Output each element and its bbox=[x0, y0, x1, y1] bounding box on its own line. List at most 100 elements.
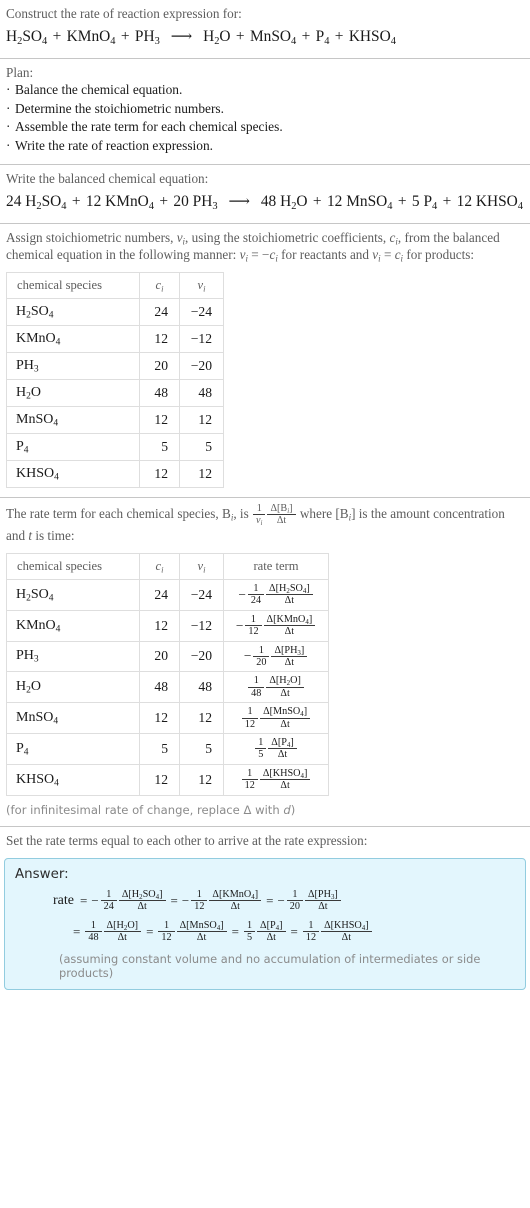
cell-vi: −20 bbox=[179, 352, 224, 380]
equals-sign: = bbox=[266, 892, 274, 908]
plus-sign: + bbox=[48, 28, 66, 45]
fraction-numerator: 1 bbox=[253, 582, 259, 594]
fraction-numerator: Δ[KMnO4] bbox=[212, 888, 259, 901]
fraction-denominator: Δt bbox=[118, 900, 166, 912]
cell-ci: 12 bbox=[139, 325, 180, 353]
cell-species: H2SO4 bbox=[6, 578, 140, 611]
fraction-denominator: 48 bbox=[85, 931, 102, 943]
equals-sign: = bbox=[231, 923, 239, 939]
fraction: Δ[H2SO4] Δt bbox=[266, 583, 313, 607]
fraction-denominator: Δt bbox=[263, 625, 316, 637]
cell-ci: 5 bbox=[139, 433, 180, 461]
rateterm-footnote: (for infinitesimal rate of change, repla… bbox=[6, 802, 296, 817]
fraction: Δ[KMnO4] Δt bbox=[209, 888, 262, 913]
rate-term: 1 12 Δ[KHSO4] Δt bbox=[302, 916, 373, 946]
bullet-icon: · bbox=[6, 82, 11, 97]
cell-rate-term: 1 48 Δ[H2O] Δt bbox=[223, 671, 329, 704]
fraction: Δ[MnSO4] Δt bbox=[176, 919, 227, 944]
rate-term: 1 5 Δ[P4] Δt bbox=[254, 737, 298, 761]
fraction-denominator: 12 bbox=[191, 900, 208, 912]
cell-ci: 5 bbox=[139, 733, 180, 765]
cell-species: PH3 bbox=[6, 640, 140, 673]
fraction-denominator: Δt bbox=[266, 594, 313, 606]
plan-title: Plan: bbox=[6, 65, 34, 80]
rate-term: 1 12 Δ[MnSO4] Δt bbox=[157, 916, 227, 946]
reaction-arrow-icon: ⟶ bbox=[170, 29, 193, 45]
cell-ci: 12 bbox=[139, 763, 180, 796]
fraction: 1 20 bbox=[253, 645, 270, 669]
table-row: MnSO4 12 12 1 12 Δ[MnSO4] Δt bbox=[6, 702, 329, 735]
bullet-icon: · bbox=[6, 119, 11, 134]
header-vi: νi bbox=[179, 272, 224, 299]
fraction-denominator: Δt bbox=[268, 748, 297, 760]
fraction-numerator: 1 bbox=[256, 503, 262, 514]
table-row: KHSO4 12 12 bbox=[6, 460, 224, 488]
fraction-numerator: 1 bbox=[196, 888, 202, 900]
equals-sign: = bbox=[146, 923, 154, 939]
balanced-products: 48 H2O + 12 MnSO4 + 5 P4 + 12 KHSO4 bbox=[261, 193, 523, 212]
table-row: KMnO4 12 −12 bbox=[6, 325, 224, 353]
cell-ci: 48 bbox=[139, 379, 180, 407]
plan-step-label: Write the rate of reaction expression. bbox=[15, 137, 214, 153]
cell-species: MnSO4 bbox=[6, 406, 140, 434]
bullet-icon: · bbox=[6, 100, 11, 116]
plan-step: · Write the rate of reaction expression. bbox=[6, 137, 524, 156]
fraction-denominator: 24 bbox=[247, 594, 265, 606]
plan-steps: · Balance the chemical equation. · Determin… bbox=[6, 81, 524, 155]
product-P4: P4 bbox=[315, 28, 330, 47]
fraction-numerator: Δ[KMnO4] bbox=[266, 613, 313, 626]
plus-sign: + bbox=[297, 28, 315, 45]
fraction-denominator: Δt bbox=[267, 514, 296, 526]
cell-ci: 12 bbox=[139, 609, 180, 642]
fraction: Δ[H2O] Δt bbox=[103, 920, 142, 944]
fraction-numerator: Δ[KHSO4] bbox=[324, 919, 369, 932]
cell-vi: −24 bbox=[179, 578, 224, 611]
fraction-denominator: νi bbox=[253, 514, 266, 527]
fraction: 1 24 bbox=[100, 889, 117, 913]
fraction-numerator: Δ[H2SO4] bbox=[121, 888, 163, 901]
fraction-numerator: Δ[PH3] bbox=[307, 888, 338, 901]
cell-vi: 48 bbox=[179, 379, 224, 407]
final-section: Set the rate terms equal to each other t… bbox=[0, 827, 530, 849]
fraction-numerator: 1 bbox=[247, 767, 253, 779]
plan-step-label: Assemble the rate term for each chemical… bbox=[15, 119, 283, 134]
fraction-numerator: Δ[MnSO4] bbox=[263, 706, 308, 719]
fraction-denominator: 5 bbox=[243, 931, 256, 943]
plan-step-label: Balance the chemical equation. bbox=[15, 82, 183, 97]
fraction: 1 12 bbox=[302, 920, 320, 944]
plan-step: · Determine the stoichiometric numbers. bbox=[6, 100, 524, 119]
rate-term: 1 12 Δ[KHSO4] Δt bbox=[241, 768, 312, 792]
reactant-PH3: PH3 bbox=[192, 193, 218, 212]
fraction-denominator: Δt bbox=[103, 931, 142, 943]
cell-ci: 12 bbox=[139, 406, 180, 434]
fraction: Δ[KHSO4] Δt bbox=[259, 768, 311, 792]
rate-expression-line-2: = 1 48 Δ[H2O] Δt = 1 12 Δ[MnSO4] Δt = 1 5 Δ[P4] Δt = 1 12… bbox=[53, 916, 515, 947]
cell-ci: 24 bbox=[139, 298, 180, 326]
rate-term: 1 12 Δ[MnSO4] Δt bbox=[241, 706, 311, 730]
cell-vi: −20 bbox=[179, 640, 224, 673]
cell-vi: 12 bbox=[179, 460, 224, 488]
plan-step: · Balance the chemical equation. bbox=[6, 81, 524, 100]
reactant-H2SO4: H2SO4 bbox=[6, 28, 48, 47]
fraction-numerator: Δ[Bi] bbox=[270, 503, 293, 515]
answer-box: Answer: rate = −1 24 Δ[H2SO4] Δt = −1 12 Δ[KMnO4]… bbox=[4, 857, 526, 990]
fraction-numerator: 1 bbox=[253, 675, 259, 687]
rate-term: −1 20 Δ[PH3] Δt bbox=[277, 885, 341, 916]
answer-note: (assuming constant volume and no accumul… bbox=[59, 951, 481, 980]
plus-sign: + bbox=[155, 193, 172, 210]
balanced-equation: 24 H2SO4 + 12 KMnO4 + 20 PH3 ⟶ 48 H2O + … bbox=[6, 187, 524, 214]
table-row: H2SO4 24 −24 bbox=[6, 298, 224, 326]
fraction: Δ[PH3] Δt bbox=[271, 644, 308, 669]
fraction-numerator: Δ[MnSO4] bbox=[179, 919, 224, 932]
cell-rate-term: −1 12 Δ[KMnO4] Δt bbox=[223, 609, 329, 642]
equals-sign: = bbox=[73, 923, 81, 939]
header-ci: ci bbox=[139, 272, 180, 299]
cell-vi: 48 bbox=[179, 671, 224, 704]
fraction: Δ[PH3] Δt bbox=[304, 888, 341, 913]
fraction-numerator: Δ[PH3] bbox=[274, 644, 305, 657]
fraction: 1 12 bbox=[191, 888, 208, 913]
cell-rate-term: 1 5 Δ[P4] Δt bbox=[223, 733, 329, 765]
table-row: KHSO4 12 12 1 12 Δ[KHSO4] Δt bbox=[6, 763, 329, 796]
fraction-denominator: 12 bbox=[241, 717, 259, 730]
fraction-denominator: Δt bbox=[321, 931, 372, 943]
